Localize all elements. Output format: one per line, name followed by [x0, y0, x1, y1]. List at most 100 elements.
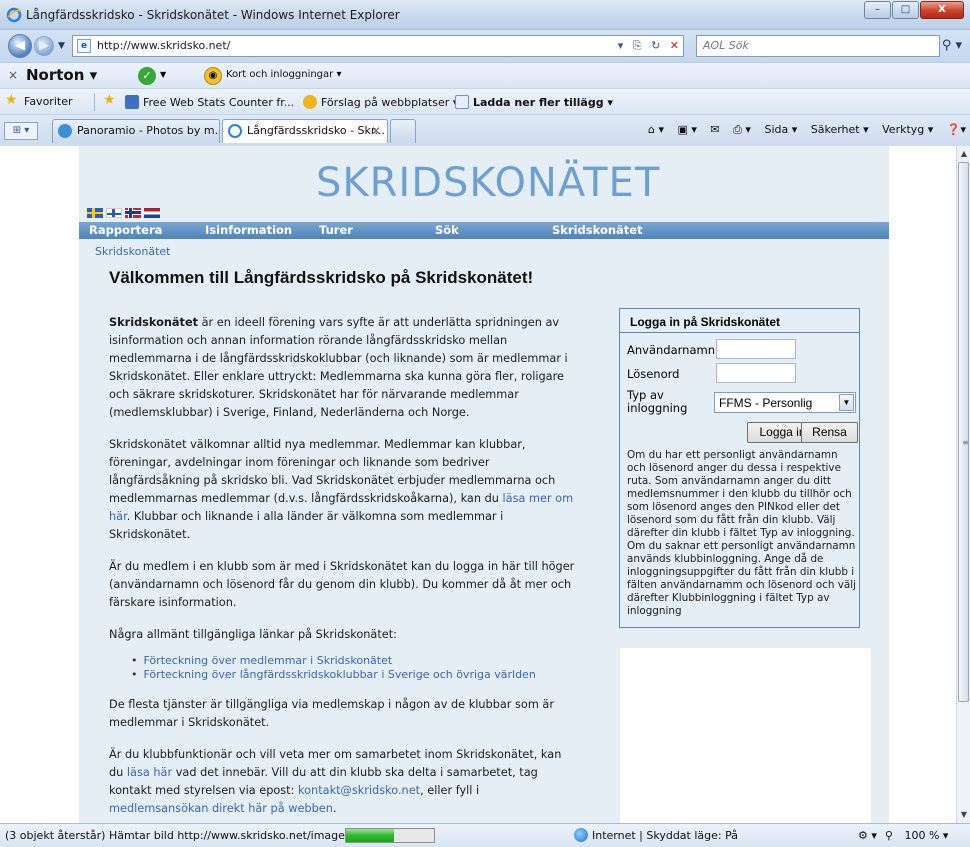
site-logo[interactable]: SKRIDSKONÄTET — [316, 160, 660, 206]
menu-isinformation[interactable]: Isinformation — [205, 223, 292, 237]
tools-menu[interactable]: Verktyg ▾ — [882, 123, 933, 136]
username-input[interactable] — [716, 339, 796, 359]
list-item: Förteckning över medlemmar i Skridskonät… — [131, 654, 579, 668]
stop-icon[interactable]: ✕ — [670, 39, 679, 52]
site-container: SKRIDSKONÄTET Rapportera Isinformation T… — [79, 146, 889, 823]
add-favorites-icon[interactable]: ★ — [103, 92, 116, 108]
norton-brand: Norton — [26, 66, 85, 84]
login-panel: Logga in på Skridskonätet Användarnamn L… — [619, 308, 860, 628]
home-icon[interactable]: ⌂ ▾ — [648, 123, 664, 136]
scroll-thumb[interactable]: ≡ — [958, 162, 969, 702]
command-bar: ⌂ ▾ ▣ ▾ ✉ ⎙ ▾ Sida ▾ Säkerhet ▾ Verktyg … — [638, 123, 966, 137]
internet-zone-icon — [574, 828, 588, 842]
menu-skridskonatet[interactable]: Skridskonätet — [552, 223, 643, 237]
login-type-select[interactable]: FFMS - Personlig ▼ — [714, 392, 856, 413]
scroll-up-icon[interactable]: ▲ — [957, 146, 970, 162]
login-title: Logga in på Skridskonätet — [620, 309, 859, 333]
status-text: (3 objekt återstår) Hämtar bild http://w… — [5, 829, 369, 842]
read-here-link[interactable]: läsa här — [127, 766, 172, 779]
status-bar: (3 objekt återstår) Hämtar bild http://w… — [0, 823, 970, 847]
menu-sok[interactable]: Sök — [435, 223, 459, 237]
safety-menu[interactable]: Säkerhet ▾ — [811, 123, 869, 136]
norton-safe-check-icon[interactable]: ✓ — [138, 67, 156, 85]
close-window-button[interactable]: X — [920, 1, 964, 19]
help-icon[interactable]: ❓▾ — [947, 123, 966, 136]
address-field[interactable]: e http://www.skridsko.net/ ▾ ⎘ ↻ ✕ — [72, 35, 684, 57]
membership-paragraph: Skridskonätet välkomnar alltid nya medle… — [109, 438, 574, 541]
reset-button[interactable]: Rensa — [801, 422, 858, 443]
maximize-button[interactable]: □ — [892, 1, 919, 19]
password-input[interactable] — [716, 363, 796, 383]
norwegian-flag-icon[interactable] — [125, 208, 141, 218]
swedish-flag-icon[interactable] — [87, 208, 103, 218]
progress-fill — [346, 829, 395, 842]
members-list-link[interactable]: Förteckning över medlemmar i Skridskonät… — [144, 654, 393, 667]
identity-card-icon[interactable]: ◉ — [204, 67, 222, 85]
mail-icon[interactable]: ✉ — [710, 123, 719, 136]
search-placeholder: AOL Sök — [703, 39, 749, 52]
list-item: Förteckning över långfärdsskridskoklubba… — [131, 668, 579, 682]
clubs-list-link[interactable]: Förteckning över långfärdsskridskoklubba… — [144, 668, 536, 681]
new-tab-button[interactable] — [390, 119, 416, 143]
menu-rapportera[interactable]: Rapportera — [89, 223, 162, 237]
close-tab-icon[interactable]: ✕ — [371, 120, 381, 142]
protected-mode-icon[interactable]: ⚙ ▾ — [858, 829, 877, 842]
zoom-controls: ⚙ ▾ ⚲ 100 % ▾ — [850, 829, 948, 842]
language-flags — [87, 208, 163, 218]
chevron-down-icon[interactable]: ▼ — [160, 70, 166, 79]
zoom-level-button[interactable]: ⚲ 100 % ▾ — [885, 829, 949, 842]
vertical-scrollbar[interactable]: ▲ ≡ ▼ — [956, 146, 970, 823]
username-label: Användarnamn — [627, 343, 715, 357]
fav-link-web-stats[interactable]: Free Web Stats Counter fr... — [125, 95, 294, 109]
side-panel-blank — [620, 648, 871, 823]
finnish-flag-icon[interactable] — [106, 208, 122, 218]
chevron-down-icon[interactable]: ▼ — [839, 394, 854, 411]
officials-paragraph: Är du klubbfunktionär och vill veta mer … — [109, 748, 562, 815]
compatibility-view-icon[interactable]: ⎘ — [633, 39, 642, 52]
refresh-icon[interactable]: ↻ — [651, 39, 660, 52]
addon-page-icon — [455, 95, 469, 109]
page-menu[interactable]: Sida ▾ — [764, 123, 797, 136]
page-icon: e — [77, 39, 91, 53]
url-text[interactable]: http://www.skridsko.net/ — [97, 39, 230, 52]
login-type-value: FFMS - Personlig — [719, 396, 813, 410]
login-help-text: Om du har ett personligt användarnamn oc… — [627, 449, 857, 617]
favorites-bar: ★ Favoriter ★ Free Web Stats Counter fr.… — [0, 88, 970, 114]
stats-site-icon — [125, 95, 139, 109]
feeds-icon[interactable]: ▣ ▾ — [678, 123, 697, 136]
tab-skridskonatet[interactable]: Långfärdsskridsko - Skr... ✕ — [222, 119, 388, 143]
norton-menu[interactable]: Norton ▾ — [26, 66, 97, 84]
minimize-button[interactable]: – — [864, 1, 891, 19]
recent-pages-dropdown-icon[interactable]: ▼ — [58, 41, 65, 51]
menu-turer[interactable]: Turer — [319, 223, 353, 237]
favorites-star-icon[interactable]: ★ — [5, 92, 18, 108]
tab-panoramio[interactable]: Panoramio - Photos by m... — [52, 119, 220, 143]
favorites-button[interactable]: Favoriter — [24, 95, 72, 108]
ie-suggest-icon — [303, 95, 317, 109]
close-toolbar-icon[interactable]: × — [8, 68, 18, 82]
security-zone[interactable]: Internet | Skyddat läge: På — [592, 829, 738, 842]
public-links-list: Förteckning över medlemmar i Skridskonät… — [131, 654, 579, 682]
url-dropdown-icon[interactable]: ▾ — [618, 39, 624, 52]
dutch-flag-icon[interactable] — [144, 208, 160, 218]
membership-application-link[interactable]: medlemsansökan direkt här på webben — [109, 802, 333, 815]
page-viewport: SKRIDSKONÄTET Rapportera Isinformation T… — [0, 146, 956, 823]
site-menu: Rapportera Isinformation Turer Sök Skrid… — [79, 222, 889, 239]
forward-button[interactable]: ▶ — [34, 36, 54, 56]
quick-tabs-button[interactable]: ⊞ ▾ — [4, 122, 38, 140]
fav-suggested-sites[interactable]: Förslag på webbplatser ▾ — [303, 95, 458, 109]
search-icon[interactable]: ⚲ ▾ — [942, 38, 962, 53]
cards-and-logins-menu[interactable]: Kort och inloggningar ▾ — [226, 69, 341, 80]
password-label: Lösenord — [627, 367, 680, 381]
search-input[interactable]: AOL Sök — [696, 35, 940, 57]
internet-explorer-icon — [6, 7, 22, 23]
back-button[interactable]: ◀ — [8, 34, 32, 58]
email-link[interactable]: kontakt@skridsko.net — [298, 784, 420, 797]
print-icon[interactable]: ⎙ ▾ — [733, 123, 751, 136]
breadcrumb[interactable]: Skridskonätet — [95, 245, 170, 258]
fav-get-addons[interactable]: Ladda ner fler tillägg ▾ — [455, 95, 613, 109]
tab-bar: ⊞ ▾ Panoramio - Photos by m... Långfärds… — [0, 114, 970, 146]
loading-progress-bar — [345, 828, 435, 843]
scroll-down-icon[interactable]: ▼ — [957, 807, 970, 823]
loading-icon — [228, 124, 242, 138]
